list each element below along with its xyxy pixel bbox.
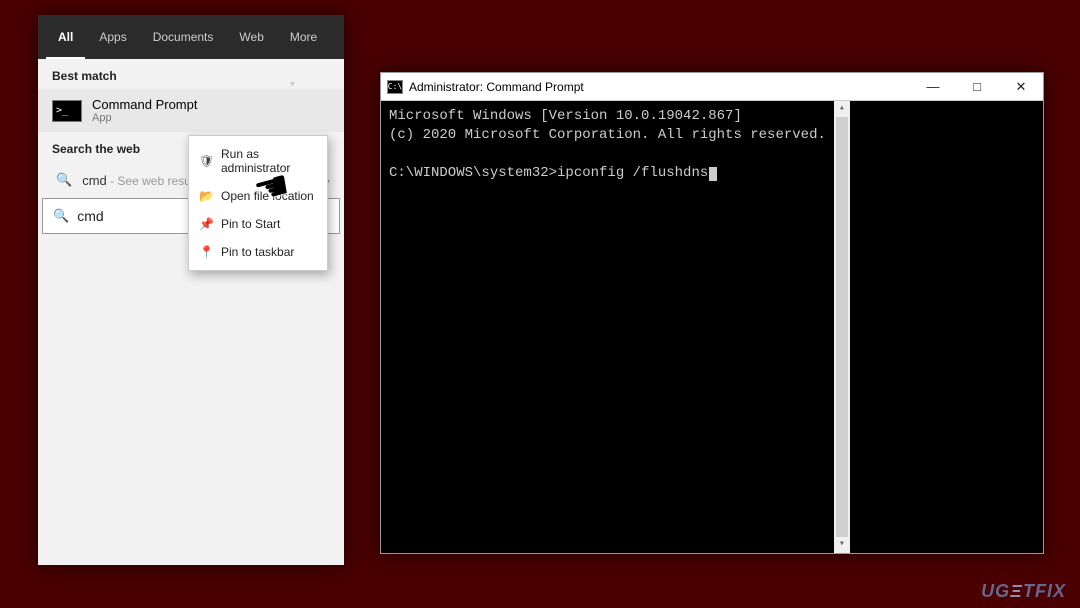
menu-run-as-administrator[interactable]: 🛡 Run as administrator: [189, 140, 327, 182]
best-match-label: Best match: [38, 59, 344, 89]
menu-open-file-location[interactable]: 📂 Open file location: [189, 182, 327, 210]
window-title: Administrator: Command Prompt: [409, 80, 584, 94]
menu-pin-to-taskbar[interactable]: 📍 Pin to taskbar: [189, 238, 327, 266]
search-tabs: All Apps Documents Web More: [38, 15, 344, 59]
command-prompt-icon: >_: [52, 100, 82, 122]
context-menu: 🛡 Run as administrator 📂 Open file locat…: [188, 135, 328, 271]
pin-taskbar-icon: 📍: [199, 245, 213, 259]
tab-documents[interactable]: Documents: [141, 15, 226, 59]
text-cursor: [709, 167, 717, 181]
result-title: Command Prompt: [92, 97, 197, 112]
command-prompt-title-icon: C:\: [387, 80, 403, 94]
menu-item-label: Pin to Start: [221, 217, 280, 231]
titlebar[interactable]: C:\ Administrator: Command Prompt ― □ ✕: [381, 73, 1043, 101]
web-query: cmd: [82, 173, 107, 188]
menu-pin-to-start[interactable]: 📌 Pin to Start: [189, 210, 327, 238]
scroll-down-icon[interactable]: ▾: [839, 537, 845, 553]
tab-web[interactable]: Web: [227, 15, 275, 59]
maximize-button[interactable]: □: [955, 73, 999, 101]
pin-start-icon: 📌: [199, 217, 213, 231]
tab-more[interactable]: More: [278, 15, 336, 59]
scroll-track[interactable]: [834, 117, 850, 537]
tab-all[interactable]: All: [46, 15, 85, 59]
search-icon: 🔍: [53, 208, 69, 224]
close-button[interactable]: ✕: [999, 73, 1043, 101]
result-subtitle: App: [92, 112, 197, 124]
scroll-thumb[interactable]: [836, 117, 848, 537]
watermark: UGΞTFIX: [981, 581, 1066, 602]
menu-item-label: Run as administrator: [221, 147, 317, 175]
folder-icon: 📂: [199, 189, 213, 203]
scroll-up-icon[interactable]: ▴: [839, 101, 845, 117]
search-icon: 🔍: [56, 172, 72, 188]
scrollbar[interactable]: ▴ ▾: [834, 101, 850, 553]
menu-item-label: Open file location: [221, 189, 314, 203]
terminal-output: Microsoft Windows [Version 10.0.19042.86…: [381, 101, 834, 553]
minimize-button[interactable]: ―: [911, 73, 955, 101]
tab-apps[interactable]: Apps: [87, 15, 138, 59]
admin-icon: 🛡: [199, 154, 213, 168]
best-match-result[interactable]: >_ Command Prompt App: [38, 89, 344, 132]
menu-item-label: Pin to taskbar: [221, 245, 294, 259]
start-search-panel: All Apps Documents Web More Best match >…: [38, 15, 344, 565]
command-prompt-window: C:\ Administrator: Command Prompt ― □ ✕ …: [380, 72, 1044, 554]
terminal-body[interactable]: Microsoft Windows [Version 10.0.19042.86…: [381, 101, 1043, 553]
